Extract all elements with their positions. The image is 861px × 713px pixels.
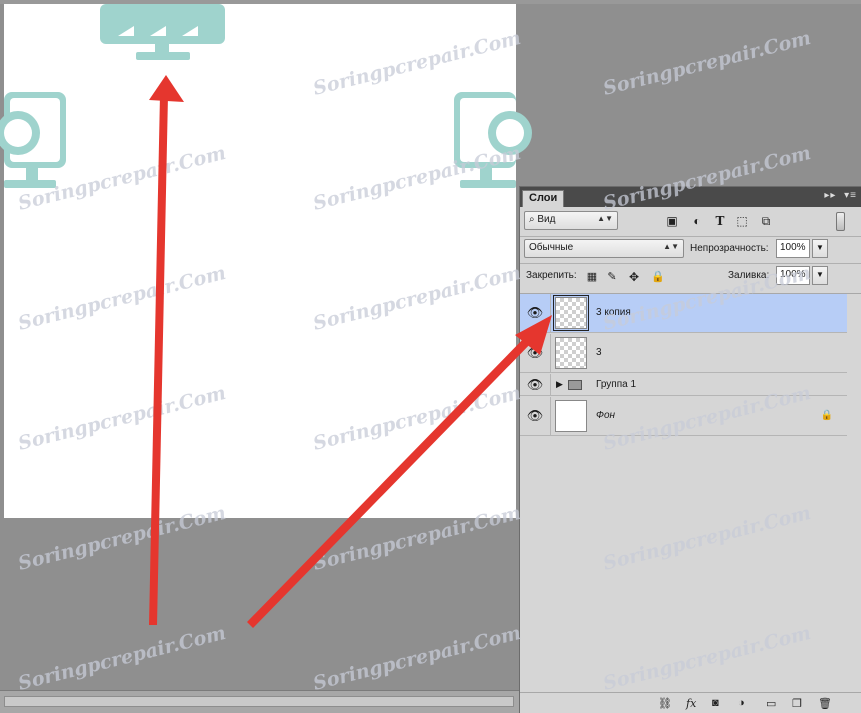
layer-list: 👁 3 копия 👁 3 👁 ▶ Группа 1 👁 Фон 🔒: [520, 293, 861, 436]
layer-name[interactable]: 3 копия: [596, 307, 631, 318]
fill-input[interactable]: 100%: [776, 266, 810, 285]
lock-row: Закрепить: ▦ ✎ ✥ 🔒 Заливка: 100% ▼: [520, 266, 861, 288]
collapse-panel-icon[interactable]: ▸▸: [824, 190, 836, 201]
search-icon: ⌕: [529, 214, 535, 225]
tab-layers[interactable]: Слои: [522, 190, 564, 207]
layer-filter-row: ⌕ Вид ▲▼ ▣ ◐ T ⬚ ⧉: [520, 211, 861, 233]
filter-kind-label: Вид: [537, 214, 556, 225]
scrollbar-thumb[interactable]: [4, 696, 514, 707]
horizontal-scrollbar[interactable]: [0, 690, 520, 713]
lock-icon: 🔒: [820, 410, 833, 421]
eye-icon[interactable]: 👁: [520, 374, 551, 395]
adjustment-icon[interactable]: ◑: [738, 697, 745, 709]
layer-thumbnail[interactable]: [555, 337, 587, 369]
eye-icon[interactable]: 👁: [520, 334, 551, 372]
panel-menu-icon[interactable]: ▾≡: [844, 190, 857, 201]
type-filter-icon[interactable]: T: [712, 213, 728, 229]
layer-thumbnail[interactable]: [555, 400, 587, 432]
delete-icon[interactable]: 🗑: [818, 697, 832, 710]
chevron-updown-icon: ▲▼: [663, 242, 679, 251]
panel-header-controls: ▸▸ ▾≡: [820, 190, 857, 201]
shape-filter-icon[interactable]: ⬚: [734, 213, 750, 229]
image-filter-icon[interactable]: ▣: [664, 213, 680, 229]
layer-row-group-1[interactable]: 👁 ▶ Группа 1: [520, 374, 847, 396]
eye-icon[interactable]: 👁: [520, 294, 551, 332]
blend-mode-select[interactable]: Обычные ▲▼: [524, 239, 684, 258]
blend-mode-value: Обычные: [529, 242, 574, 253]
link-layers-icon[interactable]: ⛓: [658, 697, 672, 710]
layer-name[interactable]: Группа 1: [596, 379, 636, 390]
mask-icon[interactable]: ◙: [712, 697, 719, 709]
layers-panel: Слои ▸▸ ▾≡ ⌕ Вид ▲▼ ▣ ◐ T ⬚ ⧉ Обычные ▲▼…: [519, 186, 861, 713]
new-group-icon[interactable]: ▭: [766, 697, 776, 710]
layer-name[interactable]: 3: [596, 347, 602, 358]
layer-row-3[interactable]: 👁 3: [520, 334, 847, 373]
expand-arrow-icon[interactable]: ▶: [556, 379, 563, 390]
opacity-dropdown-button[interactable]: ▼: [812, 239, 828, 258]
divider: [520, 263, 861, 264]
filter-kind-select[interactable]: ⌕ Вид ▲▼: [524, 211, 618, 230]
layer-thumbnail[interactable]: [553, 295, 589, 331]
lock-label: Закрепить:: [526, 270, 577, 281]
chevron-updown-icon: ▲▼: [597, 214, 613, 223]
new-layer-icon[interactable]: ❐: [792, 697, 802, 710]
lock-image-pixels-icon[interactable]: ✎: [604, 269, 620, 285]
layer-row-3-kopiya[interactable]: 👁 3 копия: [520, 294, 847, 333]
lock-position-icon[interactable]: ✥: [626, 269, 642, 285]
fill-label: Заливка:: [728, 270, 770, 281]
blend-row: Обычные ▲▼ Непрозрачность: 100% ▼: [520, 239, 861, 261]
opacity-label: Непрозрачность:: [690, 243, 769, 254]
adjustment-filter-icon[interactable]: ◐: [689, 213, 705, 229]
lock-all-icon[interactable]: 🔒: [650, 269, 666, 285]
panel-footer: ⛓ fx ◙ ◑ ▭ ❐ 🗑: [520, 692, 861, 713]
opacity-input[interactable]: 100%: [776, 239, 810, 258]
filter-toggle-switch[interactable]: [836, 212, 845, 231]
layer-name[interactable]: Фон: [596, 410, 615, 421]
divider: [520, 236, 861, 237]
folder-icon: [568, 380, 582, 390]
panel-header: Слои ▸▸ ▾≡: [520, 187, 861, 207]
layer-row-fon[interactable]: 👁 Фон 🔒: [520, 397, 847, 436]
smart-object-filter-icon[interactable]: ⧉: [758, 213, 774, 229]
fill-dropdown-button[interactable]: ▼: [812, 266, 828, 285]
eye-icon[interactable]: 👁: [520, 397, 551, 435]
document-canvas[interactable]: [4, 4, 516, 518]
lock-transparent-pixels-icon[interactable]: ▦: [584, 269, 600, 285]
fx-icon[interactable]: fx: [686, 697, 696, 710]
